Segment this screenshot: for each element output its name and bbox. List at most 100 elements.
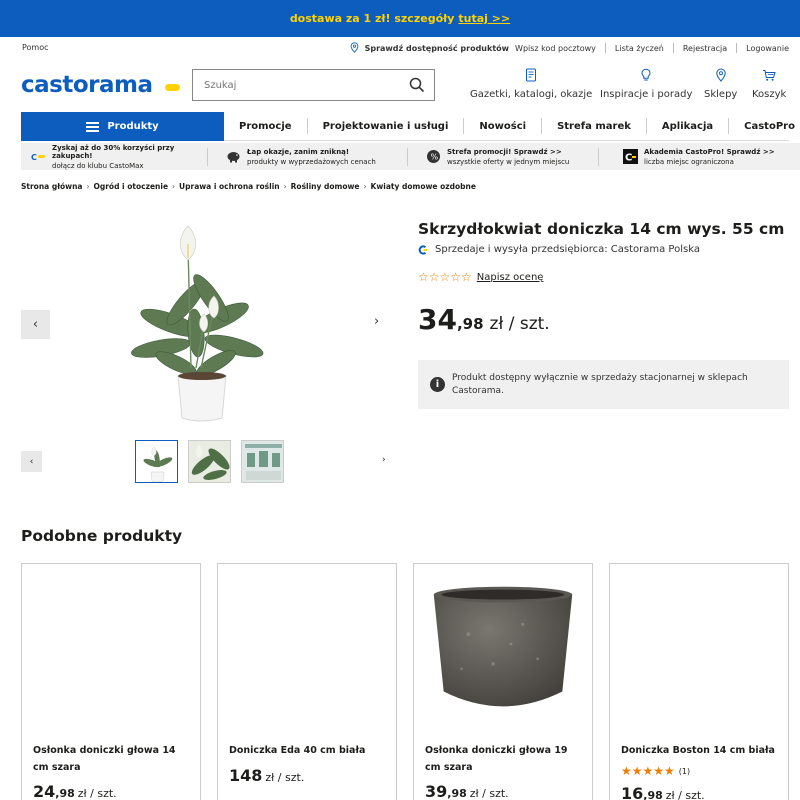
price-decimal: ,98 <box>643 789 663 800</box>
nav-item-aplikacja[interactable]: Aplikacja <box>647 118 730 134</box>
register-link[interactable]: Rejestracja <box>683 44 727 53</box>
product-card[interactable]: Osłonka doniczki głowa 14 cm szara 24 ,9… <box>21 563 201 800</box>
catalog-link[interactable]: Gazetki, katalogi, okazje <box>470 68 592 100</box>
postal-code-link[interactable]: Wpisz kod pocztowy <box>515 44 596 53</box>
product-card[interactable]: Doniczka Eda 40 cm biała 148 zł / szt. <box>217 563 397 800</box>
product-card-image[interactable] <box>22 564 200 734</box>
nav-item-promocje[interactable]: Promocje <box>224 118 308 134</box>
chevron-right-icon: › <box>374 314 380 329</box>
promo-badge-icon: % <box>426 149 441 164</box>
thumbnails-prev-button[interactable]: ‹ <box>21 451 42 472</box>
nav-item-castopro[interactable]: CastoPro <box>729 118 800 134</box>
thumbnail-2[interactable] <box>188 440 231 483</box>
chevron-left-icon: ‹ <box>32 317 39 332</box>
product-card[interactable]: Doniczka Boston 14 cm biała ★★★★★ (1) 16… <box>609 563 789 800</box>
chevron-left-icon: ‹ <box>29 456 34 467</box>
products-menu-button[interactable]: Produkty <box>21 112 224 141</box>
benefit-title: Łap okazje, zanim znikną! <box>247 147 350 156</box>
lightbulb-icon <box>641 68 651 81</box>
divider <box>672 43 674 53</box>
price-decimal: ,98 <box>55 787 75 800</box>
product-card-rating: ★★★★★ (1) <box>621 764 690 778</box>
castorama-logo[interactable]: castorama <box>21 72 153 98</box>
price-decimal: ,98 <box>447 787 467 800</box>
price-unit: zł / szt. <box>489 314 550 334</box>
write-review-link[interactable]: Napisz ocenę <box>477 272 544 283</box>
chevron-right-icon: › <box>382 455 386 465</box>
help-link[interactable]: Pomoc <box>22 43 49 52</box>
benefit-title: Strefa promocji! Sprawdź >> <box>447 147 562 156</box>
products-label: Produkty <box>107 121 159 132</box>
benefit-promo-zone[interactable]: % Strefa promocji! Sprawdź >> wszystkie o… <box>408 143 598 170</box>
svg-text:%: % <box>431 153 439 162</box>
review-count: (1) <box>678 766 691 776</box>
stores-label: Sklepy <box>704 89 738 100</box>
product-card-price: 24 ,98 zł / szt. <box>33 782 117 800</box>
breadcrumb-item[interactable]: Kwiaty domowe ozdobne <box>371 182 476 191</box>
product-card-image[interactable] <box>218 564 396 734</box>
castorama-c-icon <box>418 244 427 255</box>
price-integer: 16 <box>621 784 644 800</box>
promo-banner[interactable]: dostawa za 1 zł! szczegóły tutaj >> <box>0 0 800 37</box>
product-image[interactable] <box>116 218 276 426</box>
promo-link[interactable]: tutaj >> <box>458 12 510 25</box>
stores-link[interactable]: Sklepy <box>704 68 737 100</box>
price-unit: zł / szt. <box>665 789 705 800</box>
breadcrumb-item[interactable]: Strona główna <box>21 182 82 191</box>
location-pin-icon <box>350 41 358 53</box>
product-card-name[interactable]: Doniczka Eda 40 cm biała <box>229 742 387 759</box>
promo-text: dostawa za 1 zł! szczegóły <box>289 12 455 25</box>
breadcrumb-item[interactable]: Uprawa i ochrona roślin <box>179 182 280 191</box>
login-link[interactable]: Logowanie <box>746 44 789 53</box>
product-card-name[interactable]: Osłonka doniczki głowa 19 cm szara <box>425 742 583 776</box>
seller-text: Sprzedaje i wysyła przedsiębiorca: Casto… <box>435 244 700 255</box>
breadcrumb-item[interactable]: Rośliny domowe <box>291 182 360 191</box>
product-card-name[interactable]: Osłonka doniczki głowa 14 cm szara <box>33 742 191 776</box>
benefit-title: Akademia CastoPro! Sprawdź >> <box>644 147 775 156</box>
rating-stars: ☆☆☆☆☆ <box>418 270 472 284</box>
benefit-sale[interactable]: Łap okazje, zanim znikną! produkty w wypr… <box>208 143 407 170</box>
product-card-name[interactable]: Doniczka Boston 14 cm biała <box>621 742 779 759</box>
availability-notice: i Produkt dostępny wyłącznie w sprzedaży… <box>418 360 789 409</box>
catalog-icon <box>526 68 537 82</box>
gallery-next-button[interactable]: › <box>374 314 379 329</box>
inspiration-link[interactable]: Inspiracje i porady <box>600 68 692 100</box>
main-navigation: Produkty Promocje Projektowanie i usługi… <box>0 112 800 141</box>
similar-products-title: Podobne produkty <box>21 527 183 545</box>
search-box <box>192 69 435 101</box>
product-card-price: 148 zł / szt. <box>229 766 304 785</box>
nav-items: Promocje Projektowanie i usługi Nowości … <box>224 112 795 141</box>
divider <box>736 43 738 53</box>
thumbnail-1[interactable] <box>135 440 178 483</box>
cart-link[interactable]: Koszyk <box>752 68 786 100</box>
benefit-sub: wszystkie oferty w jednym miejscu <box>447 157 570 166</box>
price-integer: 148 <box>229 766 263 785</box>
product-card-image[interactable] <box>610 564 788 734</box>
utility-bar: Pomoc Sprawdź dostępność produktów Wpisz… <box>0 37 800 59</box>
thumbnails-next-button[interactable]: › <box>382 455 386 465</box>
inspiration-label: Inspiracje i porady <box>600 89 693 100</box>
product-title: Skrzydłokwiat doniczka 14 cm wys. 55 cm <box>418 220 785 238</box>
benefit-sub: dołącz do klubu CastoMax <box>52 161 144 170</box>
nav-item-nowosci[interactable]: Nowości <box>464 118 543 134</box>
nav-item-projektowanie[interactable]: Projektowanie i usługi <box>308 118 465 134</box>
product-card[interactable]: Osłonka doniczki głowa 19 cm szara 39 ,9… <box>413 563 593 800</box>
thumbnail-3[interactable] <box>241 440 284 483</box>
search-icon[interactable] <box>409 77 425 93</box>
nav-item-strefa-marek[interactable]: Strefa marek <box>542 118 647 134</box>
gallery-prev-button[interactable]: ‹ <box>21 310 50 339</box>
thumbnail-image <box>242 441 283 482</box>
benefit-castomax[interactable]: C Zyskaj aż do 30% korzyści przy zakupac… <box>21 143 207 170</box>
breadcrumb: Strona główna › Ogród i otoczenie › Uprawa… <box>21 182 476 191</box>
price-integer: 24 <box>33 782 56 800</box>
chevron-right-icon: › <box>172 182 176 191</box>
product-card-image[interactable] <box>414 564 592 734</box>
wishlist-link[interactable]: Lista życzeń <box>615 44 664 53</box>
info-icon: i <box>430 377 445 392</box>
breadcrumb-item[interactable]: Ogród i otoczenie <box>93 182 168 191</box>
benefit-castopro[interactable]: C Akademia CastoPro! Sprawdź >> liczba mi… <box>599 143 779 170</box>
check-availability-label: Sprawdź dostępność produktów <box>364 43 510 53</box>
product-card-price: 39 ,98 zł / szt. <box>425 782 509 800</box>
search-input[interactable] <box>204 79 404 91</box>
seller-info: Sprzedaje i wysyła przedsiębiorca: Casto… <box>418 244 700 255</box>
